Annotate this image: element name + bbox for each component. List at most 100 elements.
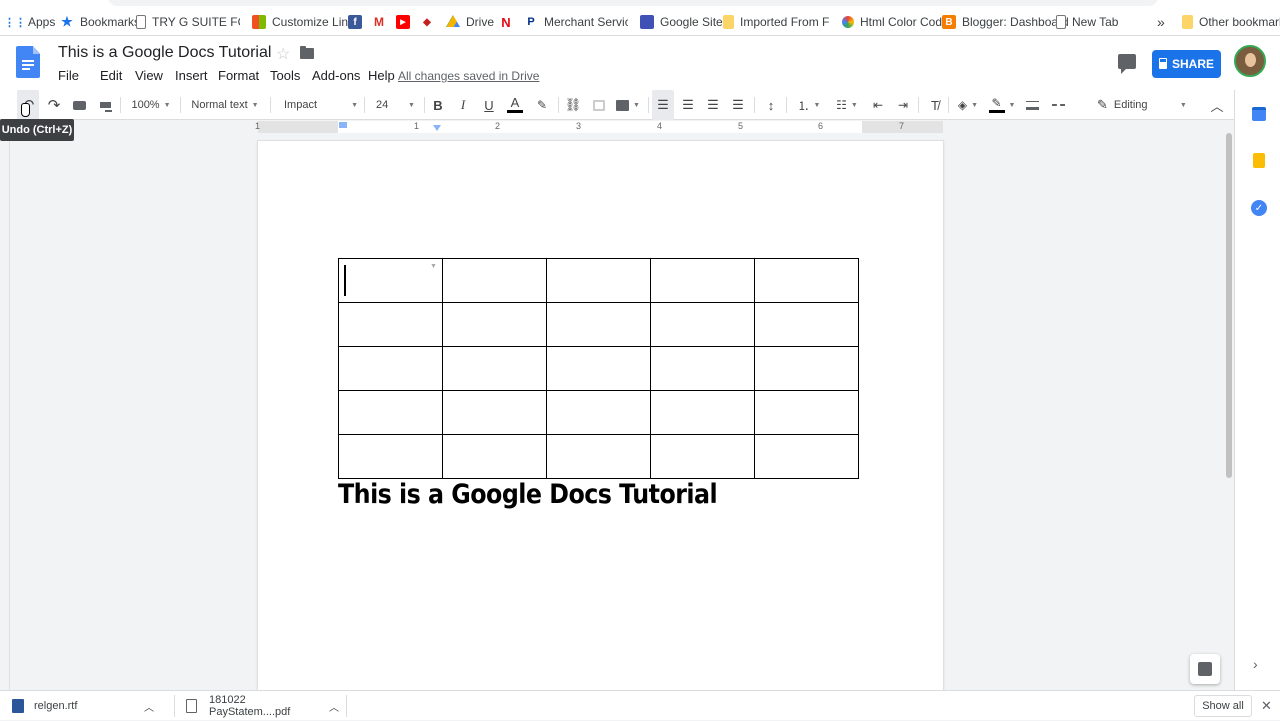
menu-help[interactable]: Help — [368, 68, 395, 83]
bookmark-apps[interactable]: ⋮⋮ Apps — [8, 8, 55, 36]
table-cell[interactable] — [650, 302, 755, 347]
border-width-button[interactable] — [1021, 90, 1043, 120]
underline-button[interactable]: U — [479, 90, 499, 120]
close-icon[interactable]: ✕ — [1261, 698, 1272, 714]
bookmark-gmail[interactable]: M — [372, 8, 392, 36]
editing-mode-select[interactable]: ✎ Editing ▼ — [1093, 90, 1197, 120]
highlight-color-button[interactable]: ✎ — [532, 90, 552, 120]
cell-dropdown-icon[interactable]: ▼ — [430, 263, 437, 270]
table-cell[interactable] — [338, 302, 443, 347]
table-cell[interactable] — [546, 390, 651, 435]
bulleted-list-button[interactable]: ☷ ▼ — [830, 90, 864, 120]
bold-button[interactable]: B — [428, 90, 448, 120]
menu-tools[interactable]: Tools — [270, 68, 312, 83]
bookmark-facebook[interactable]: f — [348, 8, 368, 36]
insert-link-button[interactable]: ⛓ — [563, 90, 583, 120]
bookmark-wing[interactable]: ◆ — [420, 8, 440, 36]
paint-format-button[interactable] — [94, 90, 116, 120]
move-to-folder-icon[interactable] — [300, 46, 314, 59]
bookmark-netflix[interactable]: N — [499, 8, 519, 36]
table-cell[interactable] — [442, 390, 547, 435]
bookmark-youtube[interactable]: ▶ — [396, 8, 416, 36]
bookmark-imported-firefox[interactable]: Imported From Firefo — [723, 8, 829, 36]
chevron-up-icon[interactable]: ︿ — [329, 699, 339, 714]
table-cell[interactable] — [650, 346, 755, 391]
document-heading[interactable]: This is a Google Docs Tutorial — [338, 479, 718, 510]
bookmark-merchant-services[interactable]: P Merchant Services fr — [524, 8, 628, 36]
table-cell[interactable] — [546, 434, 651, 479]
table-cell[interactable] — [754, 390, 859, 435]
save-status[interactable]: All changes saved in Drive — [398, 69, 539, 83]
calendar-icon[interactable] — [1252, 107, 1266, 121]
scrollbar-thumb[interactable] — [1226, 133, 1232, 478]
table-cell[interactable] — [754, 434, 859, 479]
indent-marker-icon[interactable] — [339, 122, 347, 128]
clear-formatting-button[interactable]: T̸ — [924, 90, 946, 120]
menu-view[interactable]: View — [135, 68, 175, 83]
bookmark-google-sites[interactable]: Google Sites — [640, 8, 729, 36]
table-cell[interactable] — [754, 346, 859, 391]
align-center-button[interactable]: ☰ — [677, 90, 699, 120]
table-cell[interactable] — [754, 302, 859, 347]
address-bar[interactable] — [108, 0, 1158, 6]
table-cell[interactable] — [442, 302, 547, 347]
other-bookmarks[interactable]: Other bookmarks — [1182, 8, 1280, 36]
explore-button[interactable] — [1190, 654, 1220, 684]
download-item[interactable]: 181022 PayStatem....pdf ︿ — [186, 691, 339, 721]
border-dash-button[interactable] — [1047, 90, 1069, 120]
document-page[interactable]: ▼ This is a Google Docs Tutorial — [258, 141, 943, 690]
menu-format[interactable]: Format — [218, 68, 270, 83]
table-cell[interactable] — [338, 390, 443, 435]
table-cell[interactable] — [650, 434, 755, 479]
border-color-button[interactable]: ✎ ▼ — [987, 90, 1017, 120]
line-spacing-button[interactable]: ↕ — [760, 90, 782, 120]
insert-image-button[interactable]: ▼ — [614, 90, 642, 120]
numbered-list-button[interactable]: ⒈ ▼ — [792, 90, 826, 120]
table-cell[interactable] — [338, 346, 443, 391]
table-cell[interactable] — [546, 302, 651, 347]
print-button[interactable] — [68, 90, 90, 120]
menu-insert[interactable]: Insert — [175, 68, 218, 83]
table-cell[interactable] — [338, 434, 443, 479]
vertical-ruler[interactable] — [0, 133, 10, 690]
bookmark-blogger[interactable]: B Blogger: Dashboard — [942, 8, 1069, 36]
hide-menus-button[interactable]: ︿ — [1206, 90, 1228, 120]
justify-button[interactable]: ☰ — [727, 90, 749, 120]
redo-button[interactable]: ↷ — [43, 90, 65, 120]
bookmarks-overflow-button[interactable]: » — [1157, 8, 1165, 36]
avatar[interactable] — [1234, 45, 1266, 77]
bookmark-customize-links[interactable]: Customize Links — [252, 8, 360, 36]
table-cell[interactable] — [442, 346, 547, 391]
document-title[interactable]: This is a Google Docs Tutorial — [58, 44, 271, 62]
scrollbar[interactable] — [1224, 133, 1234, 690]
style-select[interactable]: Normal text ▼ — [186, 90, 264, 120]
table-cell[interactable] — [338, 258, 443, 303]
docs-logo-icon[interactable] — [16, 46, 40, 78]
bookmark-new-tab[interactable]: New Tab — [1056, 8, 1118, 36]
font-select[interactable]: Impact ▼ — [276, 90, 358, 120]
table-cell[interactable] — [442, 434, 547, 479]
document-table[interactable] — [338, 258, 859, 479]
bookmark-bookmarks[interactable]: ★ Bookmarks — [60, 8, 140, 36]
font-size-select[interactable]: 24 ▼ — [370, 90, 418, 120]
zoom-select[interactable]: 100% ▼ — [126, 90, 176, 120]
table-cell[interactable] — [754, 258, 859, 303]
increase-indent-button[interactable]: ⇥ — [892, 90, 914, 120]
star-icon[interactable]: ☆ — [276, 44, 290, 64]
bookmark-html-color-codes[interactable]: Html Color Codes — [842, 8, 955, 36]
table-cell[interactable] — [546, 346, 651, 391]
fill-color-button[interactable]: ◈ ▼ — [953, 90, 983, 120]
chevron-up-icon[interactable]: ︿ — [144, 699, 154, 714]
tasks-icon[interactable]: ✓ — [1251, 200, 1267, 216]
menu-add-ons[interactable]: Add-ons — [312, 68, 368, 83]
menu-edit[interactable]: Edit — [100, 68, 135, 83]
table-cell[interactable] — [442, 258, 547, 303]
bookmark-drive[interactable]: Drive — [446, 8, 494, 36]
text-color-button[interactable]: A — [505, 90, 525, 120]
show-all-button[interactable]: Show all — [1194, 695, 1252, 717]
table-cell[interactable] — [650, 390, 755, 435]
align-left-button[interactable]: ☰ — [652, 90, 674, 120]
keep-icon[interactable] — [1253, 153, 1265, 168]
bookmark-try-gsuite[interactable]: TRY G SUITE FOR FR — [136, 8, 240, 36]
share-button[interactable]: SHARE — [1152, 50, 1221, 78]
